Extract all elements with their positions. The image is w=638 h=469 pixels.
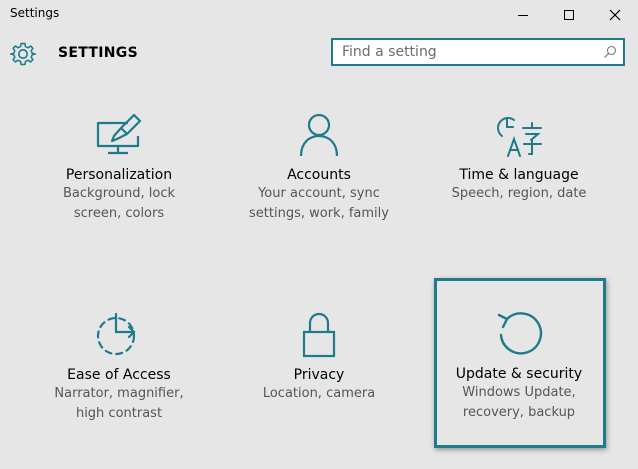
tile-description-line: screen, colors: [73, 206, 165, 221]
page-title: SETTINGS: [58, 45, 138, 61]
tile-label: Time & language: [459, 167, 579, 183]
maximize-icon: [564, 9, 574, 20]
search-icon[interactable]: [603, 45, 617, 59]
ease-of-access-icon: [96, 312, 136, 356]
personalization-icon: [96, 113, 142, 155]
title-bar: Settings: [0, 0, 638, 29]
tile-description-line: Your account, sync: [258, 186, 380, 201]
tile-description-line: high contrast: [75, 406, 163, 421]
minimize-button[interactable]: [500, 0, 546, 29]
tile-accounts[interactable]: Accounts Your account, sync settings, wo…: [234, 112, 404, 224]
tile-description-line: Location, camera: [262, 386, 376, 401]
tile-label: Update & security: [455, 366, 583, 382]
tile-label: Privacy: [293, 367, 345, 383]
tile-time-language[interactable]: Time & language Speech, region, date: [434, 112, 604, 204]
maximize-button[interactable]: [546, 0, 592, 29]
close-icon: [609, 9, 621, 20]
person-icon: [299, 113, 339, 157]
tile-description-line: Speech, region, date: [451, 186, 587, 201]
time-language-icon: [497, 117, 542, 157]
lock-icon: [302, 312, 336, 358]
tile-personalization[interactable]: Personalization Background, lock screen,…: [34, 112, 204, 224]
update-refresh-icon: [497, 312, 543, 355]
tile-description-line: settings, work, family: [249, 206, 389, 221]
gear-icon: [10, 42, 36, 66]
tile-description-line: Narrator, magnifier,: [54, 386, 184, 401]
tile-privacy[interactable]: Privacy Location, camera: [234, 312, 404, 404]
tile-description-line: Windows Update,: [462, 385, 576, 400]
tile-label: Accounts: [287, 167, 351, 183]
search-input[interactable]: [342, 43, 592, 61]
search-box[interactable]: [331, 38, 625, 66]
tile-update-security[interactable]: Update & security Windows Update, recove…: [434, 309, 604, 423]
tile-description-line: recovery, backup: [462, 405, 576, 420]
settings-header: SETTINGS: [0, 29, 638, 84]
tile-label: Personalization: [65, 167, 173, 183]
tile-label: Ease of Access: [67, 367, 171, 383]
tile-description-line: Background, lock: [62, 186, 176, 201]
tile-ease-of-access[interactable]: Ease of Access Narrator, magnifier, high…: [34, 312, 204, 424]
window-title: Settings: [10, 6, 60, 20]
close-button[interactable]: [592, 0, 638, 29]
minimize-icon: [518, 14, 528, 16]
